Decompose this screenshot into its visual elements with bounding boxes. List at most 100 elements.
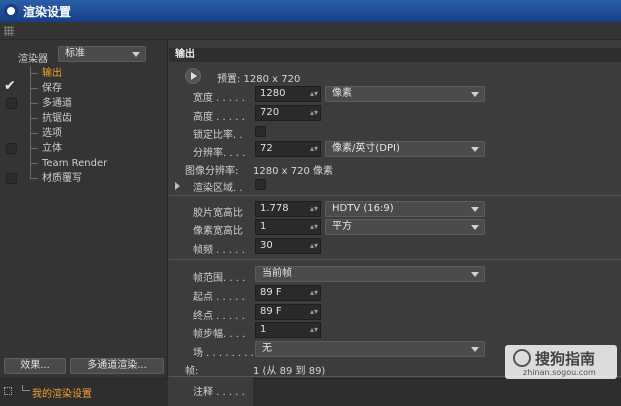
frames-label: 帧:: [185, 366, 199, 377]
film-aspect-preset-value: HDTV (16:9): [332, 203, 394, 214]
renderer-select[interactable]: 标准: [58, 46, 146, 62]
image-resolution-value: 1280 x 720 像素: [253, 166, 333, 177]
renderer-label: 渲染器: [18, 54, 48, 65]
pixel-aspect-select[interactable]: 平方: [325, 219, 485, 235]
fps-value: 30: [260, 240, 273, 251]
tree-line: [30, 88, 38, 89]
film-aspect-select[interactable]: HDTV (16:9): [325, 201, 485, 217]
tree-item-label: 选项: [42, 128, 62, 139]
tree-item-options[interactable]: 选项: [0, 126, 168, 141]
resolution-unit-value: 像素/英寸(DPI): [332, 143, 400, 154]
tree-line: [30, 73, 38, 74]
chevron-down-icon: [471, 207, 479, 212]
tree-line: [30, 178, 38, 179]
spinner-icon[interactable]: ▴▾: [310, 202, 318, 216]
frame-range-label: 帧范围. . . .: [193, 273, 246, 284]
start-frame-input[interactable]: 89 F ▴▾: [255, 285, 321, 301]
tree-item-label: 保存: [42, 83, 62, 94]
chevron-down-icon: [471, 272, 479, 277]
spinner-icon[interactable]: ▴▾: [310, 87, 318, 101]
tree-line: [30, 103, 38, 104]
enable-checkbox[interactable]: [6, 143, 17, 154]
start-label: 起点 . . . . .: [193, 292, 245, 303]
spinner-icon[interactable]: ▴▾: [310, 142, 318, 156]
enable-checkbox[interactable]: [6, 173, 17, 184]
render-region-label: 渲染区域. .: [193, 183, 243, 194]
expand-arrow-icon[interactable]: [175, 182, 180, 190]
spinner-icon[interactable]: ▴▾: [310, 286, 318, 300]
film-aspect-label: 胶片宽高比: [193, 208, 243, 219]
play-icon: [191, 72, 197, 80]
settings-tree: 输出 ✔ 保存 多通道 抗锯齿 选项 立体 Team Render 材质覆写: [0, 66, 168, 186]
tree-item-team-render[interactable]: Team Render: [0, 156, 168, 171]
chevron-down-icon: [471, 92, 479, 97]
section-title: 输出: [169, 48, 621, 62]
preset-grip-icon[interactable]: [4, 387, 12, 395]
tree-item-label: 立体: [42, 143, 62, 154]
multipass-render-button[interactable]: 多通道渲染...: [70, 358, 164, 374]
pixel-aspect-input[interactable]: 1 ▴▾: [255, 219, 321, 235]
window-titlebar[interactable]: 渲染设置: [0, 0, 621, 22]
image-resolution-label: 图像分辨率:: [185, 166, 239, 177]
cinema4d-app-icon: [4, 4, 18, 18]
height-label: 高度 . . . . .: [193, 112, 245, 123]
tree-item-label: 材质覆写: [42, 173, 82, 184]
tree-item-save[interactable]: ✔ 保存: [0, 79, 168, 96]
spinner-icon[interactable]: ▴▾: [310, 239, 318, 253]
chevron-down-icon: [471, 147, 479, 152]
size-unit-value: 像素: [332, 88, 352, 99]
tree-item-stereo[interactable]: 立体: [0, 141, 168, 156]
spinner-icon[interactable]: ▴▾: [310, 106, 318, 120]
effects-button[interactable]: 效果...: [4, 358, 66, 374]
end-frame-value: 89 F: [260, 306, 282, 317]
window-title: 渲染设置: [23, 4, 72, 19]
tree-item-material-override[interactable]: 材质覆写: [0, 171, 168, 186]
width-label: 宽度 . . . . .: [193, 93, 245, 104]
field-value: 无: [262, 343, 272, 354]
lock-ratio-checkbox[interactable]: [255, 126, 266, 137]
checkmark-icon[interactable]: ✔: [4, 79, 16, 94]
height-value: 720: [260, 107, 280, 118]
divider: [169, 195, 621, 196]
tree-item-label: 多通道: [42, 98, 72, 109]
tree-item-multipass[interactable]: 多通道: [0, 96, 168, 111]
frames-value: 1 (从 89 到 89): [253, 366, 326, 377]
tree-line: [22, 385, 30, 391]
height-input[interactable]: 720 ▴▾: [255, 105, 321, 121]
spinner-icon[interactable]: ▴▾: [310, 220, 318, 234]
watermark-url: zhinan.sogou.com: [523, 368, 596, 377]
width-input[interactable]: 1280 ▴▾: [255, 86, 321, 102]
resolution-input[interactable]: 72 ▴▾: [255, 141, 321, 157]
lock-ratio-label: 锁定比率. .: [193, 130, 243, 141]
film-aspect-input[interactable]: 1.778 ▴▾: [255, 201, 321, 217]
panel-grip-bar: [0, 22, 621, 40]
field-select[interactable]: 无: [255, 341, 485, 357]
render-region-checkbox[interactable]: [255, 179, 266, 190]
preset-label[interactable]: 我的渲染设置: [32, 385, 92, 400]
preset-menu-button[interactable]: [185, 68, 201, 84]
width-value: 1280: [260, 88, 286, 99]
tree-item-label: 输出: [42, 68, 62, 79]
sogou-watermark: 搜狗指南 zhinan.sogou.com: [505, 345, 617, 379]
end-frame-input[interactable]: 89 F ▴▾: [255, 304, 321, 320]
tree-item-output[interactable]: 输出: [0, 66, 168, 81]
enable-checkbox[interactable]: [6, 98, 17, 109]
tree-line: [30, 133, 38, 134]
fps-input[interactable]: 30 ▴▾: [255, 238, 321, 254]
render-preset-bar: 我的渲染设置: [0, 378, 168, 406]
start-frame-value: 89 F: [260, 287, 282, 298]
size-unit-select[interactable]: 像素: [325, 86, 485, 102]
resolution-unit-select[interactable]: 像素/英寸(DPI): [325, 141, 485, 157]
resolution-value: 72: [260, 143, 273, 154]
pixel-aspect-preset-value: 平方: [332, 221, 352, 232]
notes-textarea[interactable]: [253, 378, 621, 406]
spinner-icon[interactable]: ▴▾: [310, 305, 318, 319]
notes-label: 注释 . . . . .: [193, 387, 245, 398]
tree-item-antialiasing[interactable]: 抗锯齿: [0, 111, 168, 126]
preset-text: 预置: 1280 x 720: [217, 74, 301, 85]
end-label: 终点 . . . . .: [193, 311, 245, 322]
frame-range-select[interactable]: 当前帧: [255, 266, 485, 282]
spinner-icon[interactable]: ▴▾: [310, 323, 318, 337]
frame-step-input[interactable]: 1 ▴▾: [255, 322, 321, 338]
grip-dots-icon[interactable]: [4, 26, 14, 36]
